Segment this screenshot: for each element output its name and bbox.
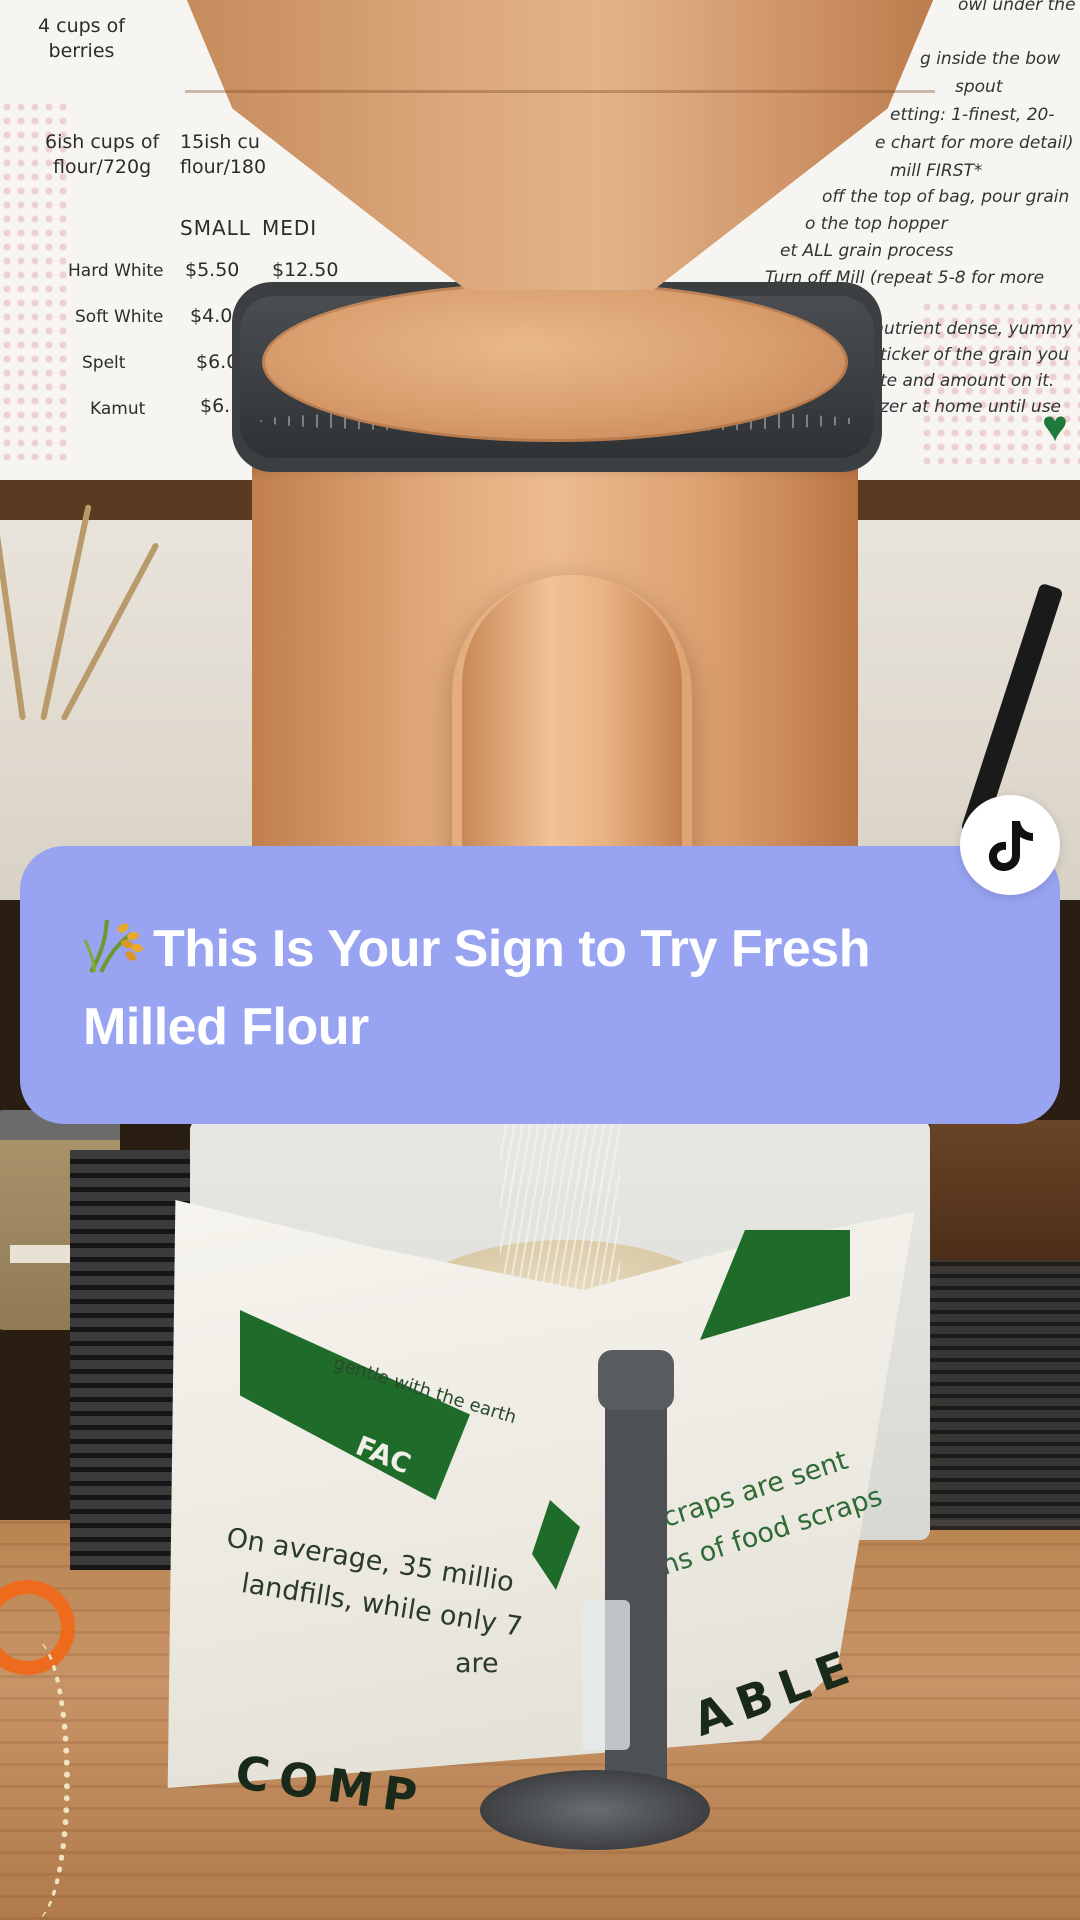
board-instruction: e chart for more detail) — [875, 133, 1074, 153]
board-grain: Soft White — [75, 307, 164, 327]
board-price: $6. — [200, 395, 231, 417]
board-grain: Spelt — [82, 353, 126, 373]
twine — [0, 1640, 70, 1920]
board-header: MEDI — [262, 216, 318, 240]
board-instruction: et ALL grain process — [780, 241, 954, 261]
board-text: 4 cups of berries — [38, 15, 125, 62]
mill-hopper-seam — [185, 90, 935, 93]
flour-stream — [500, 1120, 620, 1290]
board-instruction: o the top hopper — [805, 214, 948, 234]
board-instruction: mill FIRST* — [890, 161, 983, 181]
board-instruction: te and amount on it. — [880, 371, 1055, 391]
tiktok-logo-icon[interactable] — [960, 795, 1060, 895]
board-text: 6ish cups of flour/720g — [45, 131, 160, 178]
board-text: 15ish cu flour/180 — [180, 131, 267, 178]
board-instruction: ur nutrient dense, yummy — [850, 319, 1073, 339]
board-instruction: off the top of bag, pour grain — [822, 187, 1070, 207]
board-grain: Hard White — [68, 261, 164, 281]
rice-stalk-icon — [83, 914, 145, 974]
bag-text-line: are — [455, 1648, 499, 1679]
board-instruction: etting: 1-finest, 20- — [890, 105, 1055, 125]
board-price: $5.50 — [185, 259, 240, 281]
board-instruction: g inside the bow — [920, 49, 1061, 69]
board-text: owl under the — [958, 0, 1076, 15]
board-instruction: zer at home until use — [880, 397, 1062, 417]
board-grain: Kamut — [90, 399, 146, 419]
side-counter — [930, 1120, 1080, 1270]
board-instruction: ticker of the grain you — [880, 345, 1069, 365]
mill-hopper-base-rim — [262, 282, 848, 442]
heart-icon: ♥ — [1041, 402, 1068, 451]
board-instruction: spout — [955, 77, 1003, 97]
caption-title: This Is Your Sign to Try Fresh Milled Fl… — [83, 910, 983, 1066]
board-header: SMALL — [180, 216, 251, 240]
caption-text: This Is Your Sign to Try Fresh Milled Fl… — [83, 920, 871, 1056]
board-price: $12.50 — [272, 259, 339, 281]
bag-holder-base — [480, 1770, 710, 1850]
bag-holder-clear-arm — [582, 1600, 630, 1750]
bag-holder-clip — [598, 1350, 674, 1410]
video-frame: 4 cups of berries owl under the 6ish cup… — [0, 0, 1080, 1920]
